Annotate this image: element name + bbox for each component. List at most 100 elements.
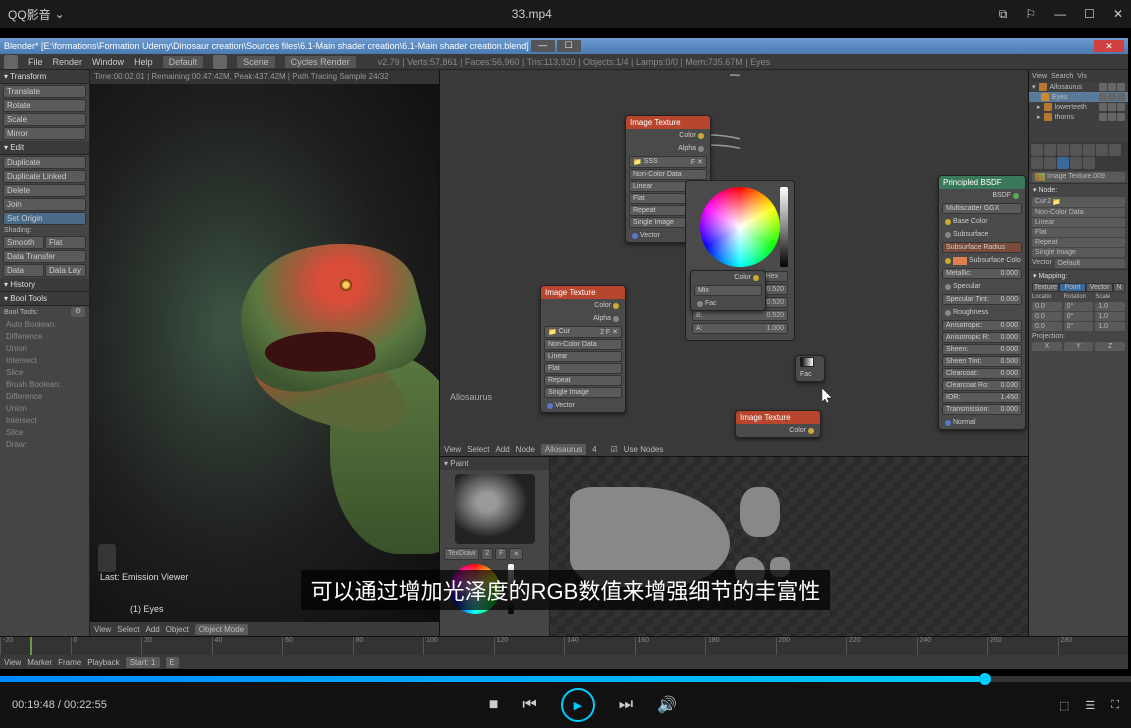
difference-ghost[interactable]: Difference — [3, 331, 86, 342]
node-canvas[interactable]: Image Texture Color Alpha 📁SSSF ✕ Non-Co… — [440, 70, 1028, 442]
node-principled-bsdf[interactable]: Principled BSDF BSDF Multiscatter GGX Ba… — [938, 175, 1026, 430]
texdraw-select[interactable]: TexDraw — [444, 548, 479, 560]
use-nodes[interactable]: Use Nodes — [624, 445, 664, 454]
texdraw-x[interactable]: ✕ — [509, 548, 523, 560]
tab-texture[interactable] — [1057, 157, 1069, 169]
volume-button[interactable]: 🔊 — [657, 695, 677, 715]
ext2[interactable]: Repeat — [544, 375, 622, 386]
brush-preview[interactable] — [455, 474, 535, 544]
material-select[interactable]: Allosaurus — [541, 444, 586, 455]
loc-z[interactable]: 0.0 — [1032, 322, 1062, 331]
wrench-icon[interactable]: ⚙ — [71, 307, 85, 317]
pip-icon[interactable]: ⧉ — [999, 7, 1008, 22]
out-vis[interactable]: Vis — [1077, 73, 1087, 80]
node-mix-rgb[interactable]: Color Mix Fac — [690, 270, 766, 311]
sss-radius[interactable]: Subsurface Radius — [942, 242, 1022, 253]
clearcoat-field[interactable]: Clearcoat:0.000 — [942, 368, 1022, 379]
aniso-rot-field[interactable]: Anisotropic R:0.000 — [942, 332, 1022, 343]
prop-ext[interactable]: Repeat — [1032, 238, 1125, 247]
node-image-texture-3[interactable]: Image Texture Color — [735, 410, 821, 438]
flat-button[interactable]: Flat — [45, 236, 86, 249]
pin-icon[interactable]: ⚐ — [1025, 7, 1036, 22]
tab-material[interactable] — [1044, 157, 1056, 169]
viewport-canvas[interactable]: Last: Emission Viewer (1) Eyes — [90, 84, 439, 622]
tab-data[interactable] — [1031, 157, 1043, 169]
blender-min[interactable]: — — [531, 40, 555, 52]
out-view[interactable]: View — [1032, 73, 1047, 80]
scene-select[interactable]: Scene — [237, 56, 275, 68]
playhead[interactable] — [30, 637, 32, 655]
mix-blend[interactable]: Mix — [694, 285, 762, 296]
proj-z[interactable]: Z — [1095, 342, 1125, 351]
history-header[interactable]: History — [0, 278, 89, 292]
paint-header[interactable]: Paint — [440, 457, 549, 470]
delete-button[interactable]: Delete — [3, 184, 86, 197]
rotate-button[interactable]: Rotate — [3, 99, 86, 112]
data-transfer-button[interactable]: Data Transfer — [3, 250, 86, 263]
texdraw-f[interactable]: F — [495, 548, 507, 560]
layout-select[interactable]: Default — [163, 56, 204, 68]
proj2[interactable]: Flat — [544, 363, 622, 374]
loc-y[interactable]: 0.0 — [1032, 312, 1062, 321]
next-button[interactable]: ⏭ — [619, 696, 633, 714]
scl-z[interactable]: 1.0 — [1095, 322, 1125, 331]
sheen-tint-field[interactable]: Sheen Tint:0.500 — [942, 356, 1022, 367]
proj-y[interactable]: Y — [1064, 342, 1094, 351]
prop-colorspace[interactable]: Non-Color Data — [1032, 208, 1125, 217]
node-image-texture-2[interactable]: Image Texture Color Alpha 📁Cur2 F ✕ Non-… — [540, 285, 626, 413]
prev-button[interactable]: ⏮ — [522, 696, 536, 714]
out-search[interactable]: Search — [1051, 73, 1073, 80]
color-swatch[interactable] — [800, 357, 814, 367]
blender-close[interactable]: ✕ — [1094, 40, 1124, 52]
menu-window[interactable]: Window — [92, 57, 124, 67]
aniso-field[interactable]: Anisotropic:0.000 — [942, 320, 1022, 331]
menu-file[interactable]: File — [28, 57, 43, 67]
b-input[interactable]: B:0.520 — [692, 310, 788, 321]
progress-bar[interactable] — [0, 676, 1131, 682]
sheen-field[interactable]: Sheen:0.000 — [942, 344, 1022, 355]
playlist-button[interactable]: ☰ — [1085, 699, 1095, 712]
tl-view[interactable]: View — [4, 658, 21, 667]
vp-select[interactable]: Select — [117, 625, 139, 634]
texdraw-num[interactable]: 2 — [481, 548, 493, 560]
tab-scene[interactable] — [1057, 144, 1069, 156]
color-wheel[interactable] — [700, 187, 780, 267]
img-name2[interactable]: Cur — [559, 328, 570, 336]
minimize-button[interactable]: — — [1054, 7, 1066, 22]
intersect-ghost[interactable]: Intersect — [3, 355, 86, 366]
ior-field[interactable]: IOR:1.450 — [942, 392, 1022, 403]
mode-select[interactable]: Object Mode — [195, 624, 248, 635]
slice-ghost2[interactable]: Slice — [3, 427, 86, 438]
spec-tint-field[interactable]: Specular Tint:0.000 — [942, 294, 1022, 305]
prop-src[interactable]: Single Image — [1032, 248, 1125, 257]
maximize-button[interactable]: ☐ — [1084, 7, 1095, 22]
stop-button[interactable]: ■ — [489, 696, 499, 714]
value-slider[interactable] — [780, 187, 788, 267]
node-section[interactable]: Node: — [1029, 183, 1128, 196]
prop-interp[interactable]: Linear — [1032, 218, 1125, 227]
tab-particles[interactable] — [1070, 157, 1082, 169]
tab-constraints[interactable] — [1096, 144, 1108, 156]
proj-x[interactable]: X — [1032, 342, 1062, 351]
distribution[interactable]: Multiscatter GGX — [942, 203, 1022, 214]
mirror-button[interactable]: Mirror — [3, 127, 86, 140]
rot-y[interactable]: 0° — [1064, 312, 1094, 321]
menu-help[interactable]: Help — [134, 57, 153, 67]
edit-header[interactable]: Edit — [0, 141, 89, 155]
vp-object[interactable]: Object — [166, 625, 189, 634]
data-lay-button[interactable]: Data Lay — [45, 264, 86, 277]
transmission-field[interactable]: Transmission:0.000 — [942, 404, 1022, 415]
node-color-ramp-partial[interactable]: Fac — [795, 355, 825, 382]
tab-layers[interactable] — [1044, 144, 1056, 156]
fullscreen-button[interactable]: ⛶ — [1111, 699, 1119, 712]
ne-node[interactable]: Node — [516, 445, 535, 454]
transform-header[interactable]: Transform — [0, 70, 89, 84]
active-tex-name[interactable]: Image Texture.009 — [1047, 173, 1105, 181]
tl-frame[interactable]: Frame — [58, 658, 81, 667]
colorspace2[interactable]: Non-Color Data — [544, 339, 622, 350]
slice-ghost[interactable]: Slice — [3, 367, 86, 378]
map-texture[interactable]: Texture — [1032, 283, 1059, 292]
clearcoat-r-field[interactable]: Clearcoat Ro:0.030 — [942, 380, 1022, 391]
tl-playback[interactable]: Playback — [87, 658, 119, 667]
loc-x[interactable]: 0.0 — [1032, 302, 1062, 311]
